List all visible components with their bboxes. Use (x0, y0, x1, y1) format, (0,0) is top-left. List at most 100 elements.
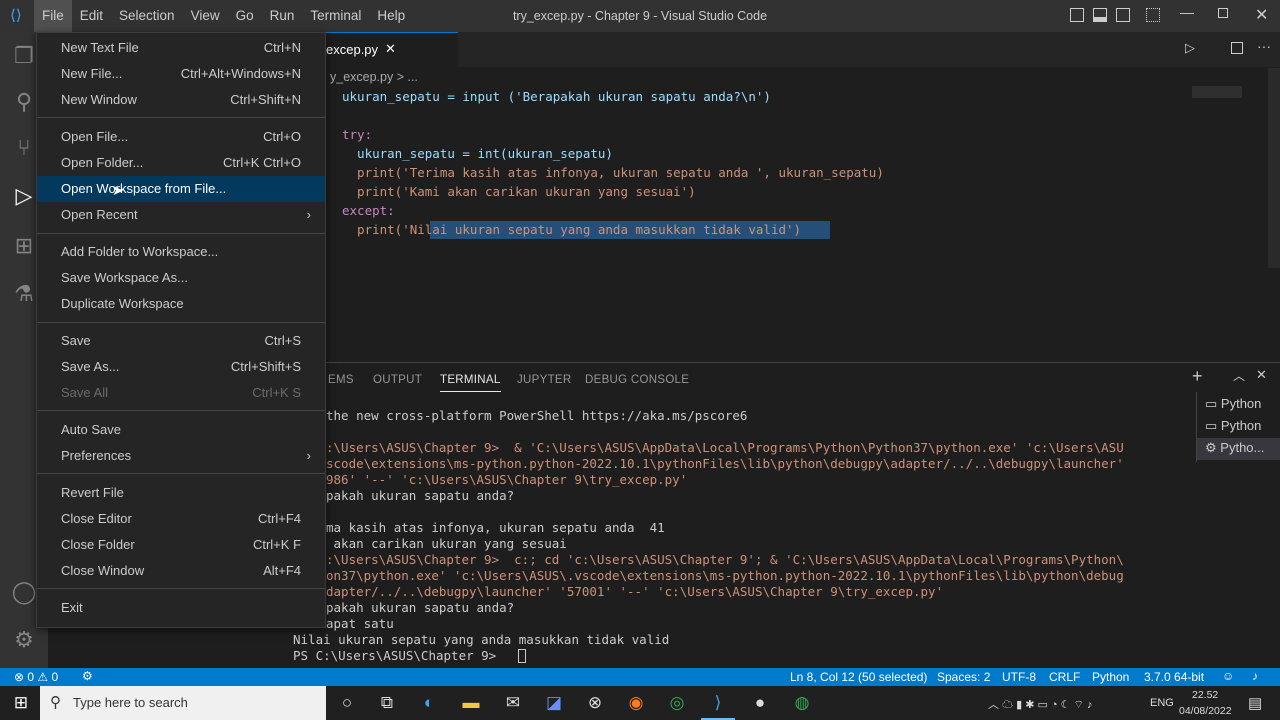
code-line-7[interactable]: except: (342, 203, 395, 218)
terminal-item-python-2[interactable]: ▭ Python (1205, 418, 1261, 434)
menu-item-duplicate-workspace[interactable]: Duplicate Workspace (37, 291, 325, 317)
menu-item-preferences[interactable]: Preferences › (37, 443, 325, 469)
terminal-line: on37\python.exe' 'c:\Users\ASUS\.vscode\… (326, 568, 1124, 583)
clock-date[interactable]: 04/08/2022 (1179, 705, 1232, 717)
mail-icon[interactable]: ✉ (496, 686, 530, 720)
menu-item-new-text-file[interactable]: New Text File Ctrl+N (37, 35, 325, 61)
taskbar-search-box[interactable]: ⚲ Type here to search (40, 686, 326, 720)
terminal-prompt[interactable]: PS C:\Users\ASUS\Chapter 9> (293, 648, 504, 663)
menu-run[interactable]: Run (262, 0, 303, 32)
edge-icon[interactable]: ◐ (412, 686, 446, 720)
menu-item-save-all[interactable]: Save All Ctrl+K S (37, 380, 325, 406)
menu-item-auto-save[interactable]: Auto Save (37, 417, 325, 443)
menu-view[interactable]: View (183, 0, 228, 32)
tab-debug-console[interactable]: DEBUG CONSOLE (585, 374, 689, 386)
code-line-1[interactable]: ukuran_sepatu = input ('Berapakah ukuran… (342, 89, 771, 104)
split-editor-icon[interactable] (1231, 42, 1243, 54)
customize-layout-icon[interactable] (1146, 8, 1160, 22)
language-mode[interactable]: Python (1092, 670, 1129, 684)
menu-terminal[interactable]: Terminal (302, 0, 369, 32)
close-tab-icon[interactable]: ✕ (385, 41, 396, 57)
code-line-5[interactable]: print('Terima kasih atas infonya, ukuran… (342, 165, 884, 180)
breadcrumb[interactable]: y_excep.py > ... (330, 70, 418, 84)
cortana-icon[interactable]: ○ (330, 686, 364, 720)
action-center-icon[interactable]: ▤ (1248, 694, 1262, 712)
firefox-icon[interactable]: ◉ (619, 686, 653, 720)
menu-item-open-folder[interactable]: Open Folder... Ctrl+K Ctrl+O (37, 150, 325, 176)
toggle-secondary-sidebar-icon[interactable] (1116, 8, 1130, 22)
menu-item-revert-file[interactable]: Revert File (37, 480, 325, 506)
toggle-panel-icon[interactable] (1093, 8, 1107, 22)
menu-file[interactable]: File (34, 0, 72, 32)
terminal-item-python-1[interactable]: ▭ Python (1205, 396, 1261, 412)
menu-item-new-file[interactable]: New File... Ctrl+Alt+Windows+N (37, 61, 325, 87)
tab-problems[interactable]: EMS (328, 374, 354, 386)
app-icon[interactable]: ◪ (537, 686, 571, 720)
manage-gear-icon[interactable]: ⚙ (8, 624, 40, 656)
windows-start-icon[interactable]: ⊞ (4, 686, 38, 720)
title-bar: ⟨⟩ File Edit Selection View Go Run Termi… (0, 0, 1280, 32)
file-menu-dropdown: New Text File Ctrl+N New File... Ctrl+Alt+… (36, 32, 326, 628)
indentation[interactable]: Spaces: 2 (937, 670, 990, 684)
problems-count[interactable]: ⊗ 0 ⚠ 0 (14, 670, 58, 684)
cursor-position[interactable]: Ln 8, Col 12 (50 selected) (790, 670, 927, 684)
menu-item-save[interactable]: Save Ctrl+S (37, 328, 325, 354)
menu-item-close-window[interactable]: Close Window Alt+F4 (37, 558, 325, 584)
code-line-4[interactable]: ukuran_sepatu = int(ukuran_sepatu) (342, 146, 613, 161)
menu-item-save-workspace-as[interactable]: Save Workspace As... (37, 265, 325, 291)
new-terminal-icon[interactable]: + (1192, 366, 1203, 387)
task-view-icon[interactable]: ⧉ (370, 686, 404, 720)
menu-help[interactable]: Help (369, 0, 413, 32)
debug-gear-icon: ⚙ (1205, 440, 1221, 455)
chrome-icon[interactable]: ◎ (660, 686, 694, 720)
python-interpreter[interactable]: 3.7.0 64-bit (1144, 670, 1204, 684)
menu-item-new-window[interactable]: New Window Ctrl+Shift+N (37, 87, 325, 113)
maximize-panel-icon[interactable]: ︿ (1233, 367, 1245, 384)
file-explorer-icon[interactable]: ▬ (454, 686, 488, 720)
tab-try-excep[interactable]: excep.py ✕ (318, 32, 458, 67)
debug-status-icon[interactable]: ⚙ (82, 669, 93, 683)
code-line-3[interactable]: try: (342, 127, 372, 142)
feedback-icon[interactable]: ☺ (1222, 669, 1234, 683)
run-file-icon[interactable]: ▷ (1185, 40, 1195, 56)
more-actions-icon[interactable]: ··· (1257, 38, 1271, 54)
restore-icon[interactable] (1218, 8, 1228, 18)
close-panel-icon[interactable]: ✕ (1256, 367, 1267, 383)
minimap[interactable] (1192, 86, 1242, 98)
end-of-line[interactable]: CRLF (1049, 670, 1080, 684)
toggle-sidebar-icon[interactable] (1070, 8, 1084, 22)
terminal-list: ▭ Python ▭ Python ⚙ Pytho... (1196, 392, 1280, 462)
xbox-icon[interactable]: ⊗ (578, 686, 612, 720)
minimize-icon[interactable]: — (1180, 4, 1194, 20)
terminal-line: scode\extensions\ms-python.python-2022.1… (326, 456, 1124, 471)
menu-item-add-folder[interactable]: Add Folder to Workspace... (37, 239, 325, 265)
menu-item-open-workspace[interactable]: Open Workspace from File... (37, 176, 325, 202)
menu-go[interactable]: Go (228, 0, 262, 32)
menu-edit[interactable]: Edit (72, 0, 111, 32)
clock-time[interactable]: 22.52 (1192, 689, 1218, 701)
menu-item-open-recent[interactable]: Open Recent › (37, 202, 325, 228)
editor-scrollbar[interactable] (1268, 68, 1280, 268)
menu-item-close-editor[interactable]: Close Editor Ctrl+F4 (37, 506, 325, 532)
encoding[interactable]: UTF-8 (1002, 670, 1036, 684)
menu-selection[interactable]: Selection (111, 0, 183, 32)
terminal-line: 986' '--' 'c:\Users\ASUS\Chapter 9\try_e… (326, 472, 688, 487)
code-line-8[interactable]: print('Nilai ukuran sepatu yang anda mas… (342, 222, 801, 237)
close-window-icon[interactable]: ✕ (1255, 5, 1268, 25)
menu-item-open-file[interactable]: Open File... Ctrl+O (37, 124, 325, 150)
tray-icons[interactable]: ︿ ☁ ▮ ✱ ▭ ◔ ☾ ⌔ ♪ (988, 696, 1092, 712)
menu-item-close-folder[interactable]: Close Folder Ctrl+K F (37, 532, 325, 558)
code-line-6[interactable]: print('Kami akan carikan ukuran yang ses… (342, 184, 696, 199)
tab-output[interactable]: OUTPUT (373, 374, 422, 386)
tab-terminal[interactable]: TERMINAL (440, 374, 501, 392)
tab-jupyter[interactable]: JUPYTER (517, 374, 572, 386)
menu-item-save-as[interactable]: Save As... Ctrl+Shift+S (37, 354, 325, 380)
whatsapp-icon[interactable]: ◍ (785, 686, 819, 720)
notifications-bell-icon[interactable]: ♪ (1252, 669, 1258, 683)
github-icon[interactable]: ● (743, 686, 777, 720)
terminal-item-python-3[interactable]: ⚙ Pytho... (1197, 438, 1280, 460)
language-indicator[interactable]: ENG (1150, 697, 1174, 709)
vscode-taskbar-icon[interactable]: ⟩ (701, 686, 735, 720)
menu-item-exit[interactable]: Exit (37, 595, 325, 621)
menu-separator (37, 117, 325, 118)
